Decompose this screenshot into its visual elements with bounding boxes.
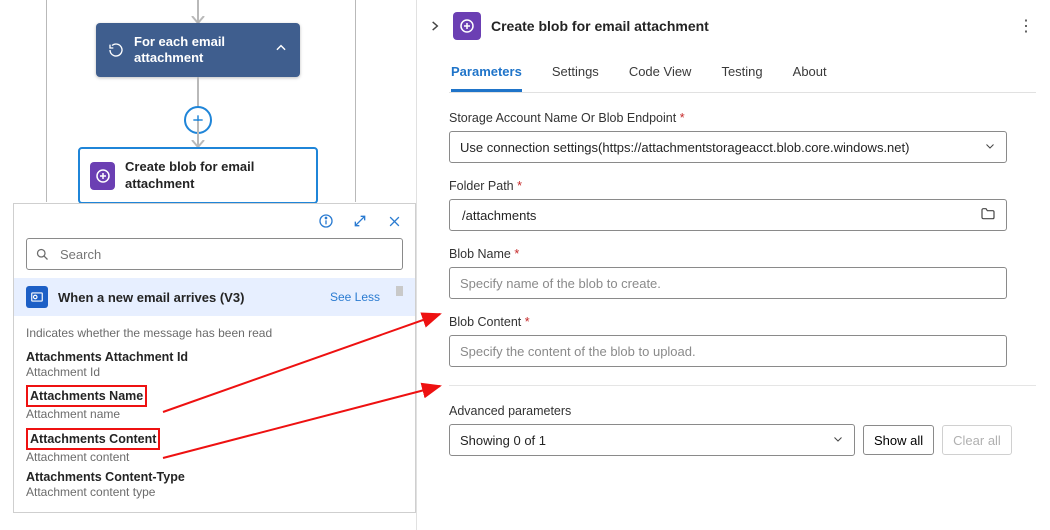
chevron-right-icon[interactable] [427, 18, 443, 34]
chevron-up-icon[interactable] [274, 41, 288, 60]
expand-icon[interactable] [351, 212, 369, 230]
tab-code-view[interactable]: Code View [629, 58, 692, 92]
token-panel-toolbar [14, 204, 415, 238]
tab-about[interactable]: About [793, 58, 827, 92]
field-advanced: Advanced parameters Showing 0 of 1 Show … [449, 404, 1036, 456]
tab-testing[interactable]: Testing [721, 58, 762, 92]
token-search-wrap[interactable] [26, 238, 403, 270]
config-header: Create blob for email attachment ⋮ [427, 6, 1036, 58]
folder-path-input[interactable] [449, 199, 1007, 231]
token-title: Attachments Attachment Id [26, 350, 403, 365]
blob-storage-icon [453, 12, 481, 40]
more-menu-icon[interactable]: ⋮ [1018, 16, 1036, 36]
field-label: Storage Account Name Or Blob Endpoint * [449, 111, 1036, 125]
chevron-down-icon [832, 433, 844, 448]
config-tabs: Parameters Settings Code View Testing Ab… [449, 58, 1036, 93]
field-label: Advanced parameters [449, 404, 1036, 418]
token-item[interactable]: Attachments Name Attachment name [26, 385, 403, 421]
tab-parameters[interactable]: Parameters [451, 58, 522, 92]
storage-account-select[interactable]: Use connection settings(https://attachme… [449, 131, 1007, 163]
field-blob-content: Blob Content * Specify the content of th… [449, 315, 1036, 367]
token-desc: Attachment name [26, 407, 403, 421]
storage-account-value: Use connection settings(https://attachme… [460, 140, 909, 155]
scrollbar[interactable] [396, 286, 403, 296]
foreach-card[interactable]: For each email attachment [96, 23, 300, 77]
token-item[interactable]: Attachments Attachment Id Attachment Id [26, 350, 403, 379]
token-source-row[interactable]: When a new email arrives (V3) See Less [14, 278, 415, 316]
outlook-icon [26, 286, 48, 308]
field-label: Folder Path * [449, 179, 1036, 193]
loop-icon [108, 42, 124, 58]
clear-all-button: Clear all [942, 425, 1012, 455]
token-desc: Attachment content type [26, 485, 403, 499]
blob-content-input[interactable]: Specify the content of the blob to uploa… [449, 335, 1007, 367]
config-panel: Create blob for email attachment ⋮ Param… [416, 0, 1050, 530]
field-label: Blob Content * [449, 315, 1036, 329]
token-desc: Attachment content [26, 450, 403, 464]
token-source-title: When a new email arrives (V3) [58, 290, 244, 305]
token-hint: Indicates whether the message has been r… [26, 326, 403, 340]
create-blob-card[interactable]: Create blob for email attachment [78, 147, 318, 204]
blob-name-placeholder: Specify name of the blob to create. [460, 276, 661, 291]
blob-content-placeholder: Specify the content of the blob to uploa… [460, 344, 696, 359]
token-title: Attachments Name [30, 389, 143, 403]
token-desc: Attachment Id [26, 365, 403, 379]
blob-storage-icon [90, 162, 115, 190]
separator [449, 385, 1036, 386]
close-icon[interactable] [385, 212, 403, 230]
info-icon[interactable] [317, 212, 335, 230]
folder-path-field[interactable] [460, 207, 980, 224]
field-blob-name: Blob Name * Specify name of the blob to … [449, 247, 1036, 299]
token-item[interactable]: Attachments Content-Type Attachment cont… [26, 470, 403, 499]
token-title: Attachments Content [30, 432, 156, 446]
token-item[interactable]: Attachments Content Attachment content [26, 428, 403, 464]
show-all-button[interactable]: Show all [863, 425, 934, 455]
chevron-down-icon [984, 140, 996, 155]
advanced-select[interactable]: Showing 0 of 1 [449, 424, 855, 456]
create-blob-label: Create blob for email attachment [125, 159, 306, 193]
folder-icon[interactable] [980, 206, 996, 225]
tab-settings[interactable]: Settings [552, 58, 599, 92]
token-picker-panel: When a new email arrives (V3) See Less I… [13, 203, 416, 513]
blob-name-input[interactable]: Specify name of the blob to create. [449, 267, 1007, 299]
field-storage-account: Storage Account Name Or Blob Endpoint * … [449, 111, 1036, 163]
advanced-value: Showing 0 of 1 [460, 433, 546, 448]
workflow-canvas: For each email attachment Create blob fo… [0, 0, 416, 530]
field-folder-path: Folder Path * [449, 179, 1036, 231]
field-label: Blob Name * [449, 247, 1036, 261]
config-title: Create blob for email attachment [491, 18, 709, 34]
connector [197, 77, 199, 107]
token-search-input[interactable] [58, 246, 394, 263]
foreach-label: For each email attachment [134, 34, 264, 67]
config-form: Storage Account Name Or Blob Endpoint * … [449, 111, 1036, 472]
see-less-link[interactable]: See Less [330, 290, 380, 304]
token-list: Indicates whether the message has been r… [14, 316, 415, 512]
token-title: Attachments Content-Type [26, 470, 403, 485]
